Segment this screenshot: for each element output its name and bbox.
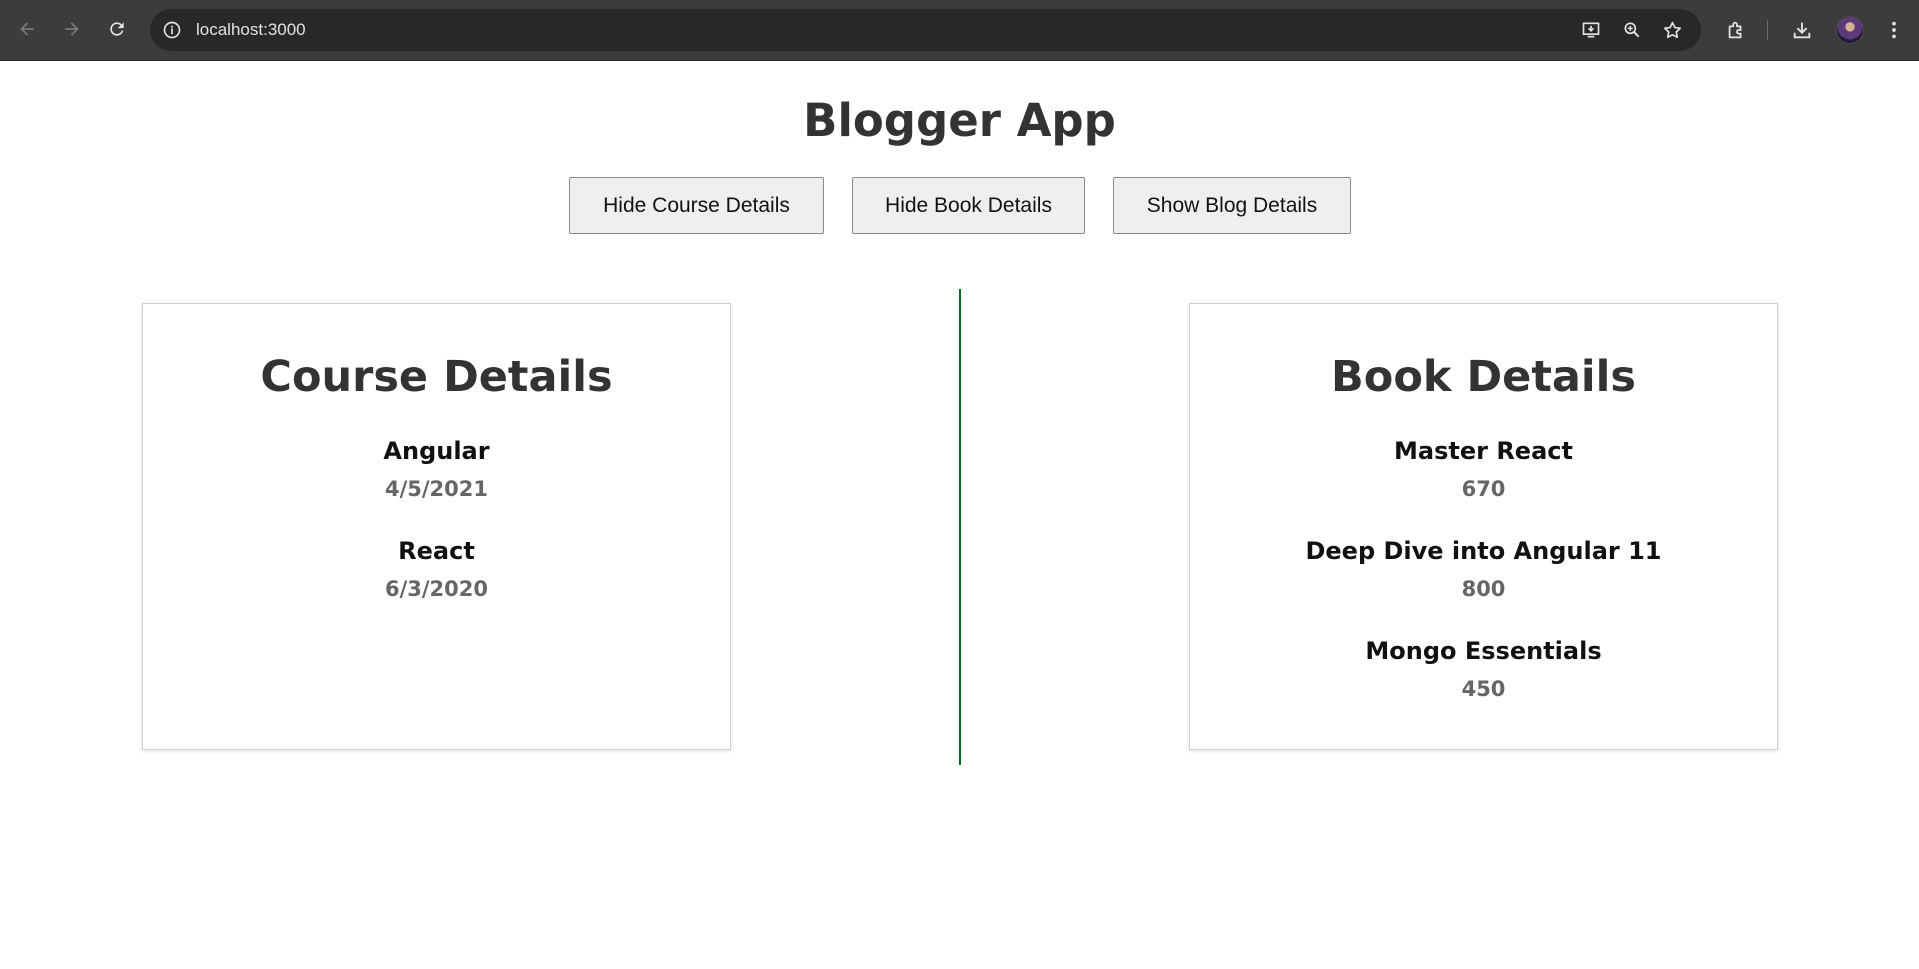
url-text[interactable]: localhost:3000 — [196, 20, 306, 40]
book-name: Mongo Essentials — [1365, 637, 1602, 665]
book-price: 800 — [1461, 577, 1506, 601]
course-details-heading: Course Details — [260, 352, 613, 402]
list-item: Mongo Essentials 450 — [1190, 636, 1777, 704]
book-price: 670 — [1461, 477, 1506, 501]
course-name: Angular — [383, 437, 490, 465]
page-title: Blogger App — [803, 94, 1116, 147]
course-date: 4/5/2021 — [384, 477, 488, 501]
course-name: React — [398, 537, 475, 565]
hide-book-details-button[interactable]: Hide Book Details — [852, 177, 1085, 234]
back-icon[interactable] — [12, 14, 42, 44]
address-bar[interactable]: localhost:3000 — [150, 9, 1701, 51]
list-item: Master React 670 — [1190, 436, 1777, 504]
reload-icon[interactable] — [102, 14, 132, 44]
browser-toolbar: localhost:3000 — [0, 0, 1919, 61]
site-info-icon[interactable] — [160, 18, 184, 42]
list-item: React 6/3/2020 — [143, 536, 730, 604]
book-details-heading: Book Details — [1331, 352, 1636, 402]
hide-course-details-button[interactable]: Hide Course Details — [569, 177, 824, 234]
book-name: Deep Dive into Angular 11 — [1305, 537, 1662, 565]
list-item: Angular 4/5/2021 — [143, 436, 730, 504]
vertical-divider — [959, 289, 961, 765]
zoom-icon[interactable] — [1620, 18, 1644, 42]
book-name: Master React — [1394, 437, 1573, 465]
profile-avatar[interactable] — [1836, 16, 1864, 44]
menu-icon[interactable] — [1880, 16, 1908, 44]
book-details-card: Book Details Master React 670 Deep Dive … — [1189, 303, 1778, 750]
course-details-card: Course Details Angular 4/5/2021 React 6/… — [142, 303, 731, 750]
bookmark-star-icon[interactable] — [1660, 18, 1684, 42]
course-date: 6/3/2020 — [384, 577, 488, 601]
book-price: 450 — [1461, 677, 1506, 701]
download-icon[interactable] — [1788, 16, 1816, 44]
extensions-icon[interactable] — [1722, 16, 1750, 44]
show-blog-details-button[interactable]: Show Blog Details — [1113, 177, 1351, 234]
toolbar-separator — [1767, 20, 1768, 40]
forward-icon[interactable] — [57, 14, 87, 44]
list-item: Deep Dive into Angular 11 800 — [1190, 536, 1777, 604]
page-content: Blogger App Hide Course Details Hide Boo… — [0, 61, 1919, 969]
install-app-icon[interactable] — [1579, 18, 1603, 42]
